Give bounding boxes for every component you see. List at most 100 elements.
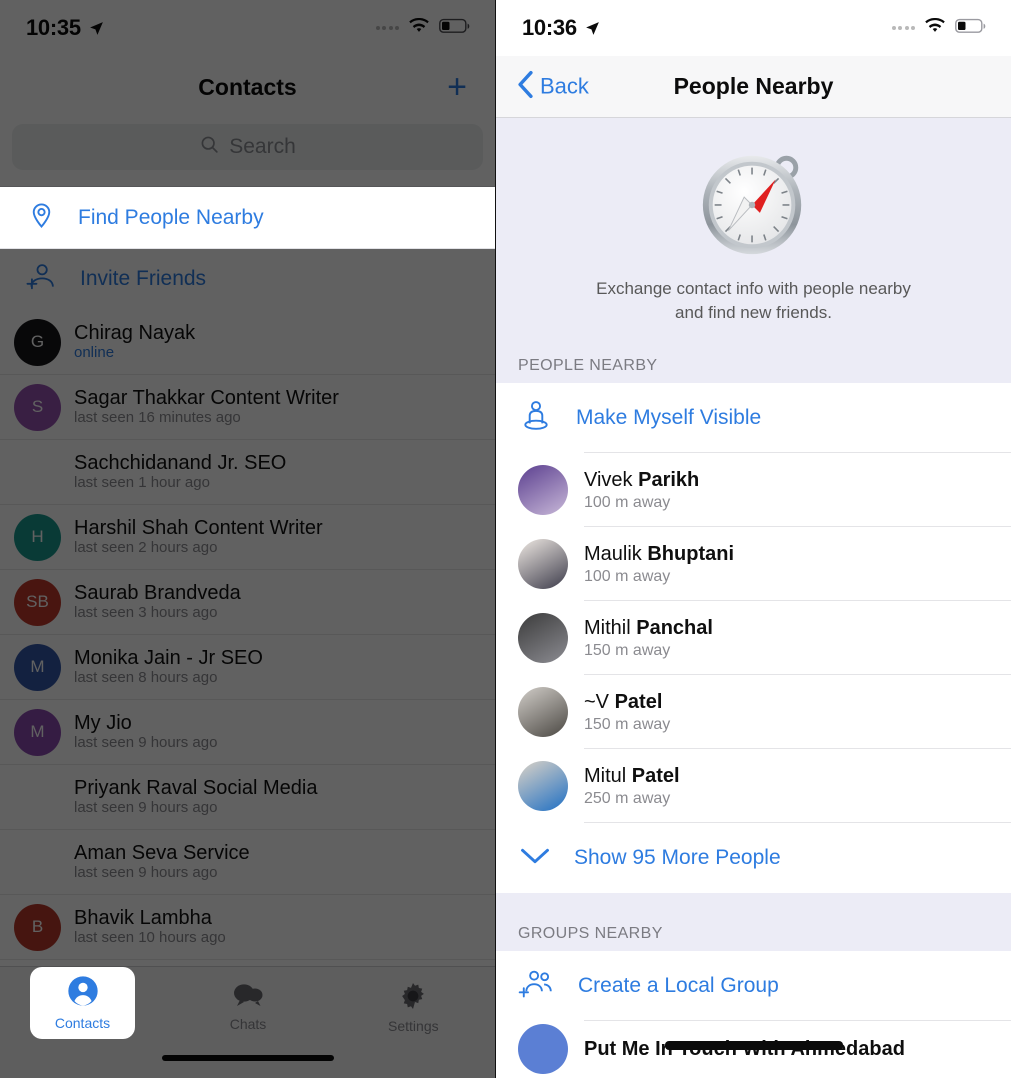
- wifi-icon: [408, 17, 430, 39]
- person-add-icon: [24, 260, 58, 299]
- gear-icon: [398, 981, 428, 1016]
- contact-status: last seen 10 hours ago: [74, 929, 226, 947]
- person-distance: 150 m away: [584, 641, 671, 659]
- person-distance: 100 m away: [584, 567, 671, 585]
- contact-text: Bhavik Lambha last seen 10 hours ago: [74, 907, 226, 947]
- signal-dots-icon: [891, 26, 915, 30]
- person-distance: 100 m away: [584, 493, 671, 511]
- page-title-right: People Nearby: [673, 73, 834, 99]
- avatar: [518, 539, 568, 590]
- status-bar-left: 10:35: [0, 0, 495, 56]
- person-row[interactable]: Mithil Panchal 150 m away: [496, 601, 1011, 676]
- contact-row[interactable]: G Chirag Nayak online: [0, 310, 495, 375]
- contact-status: last seen 8 hours ago: [74, 669, 218, 687]
- person-name: Mithil Panchal: [584, 616, 713, 639]
- compass-icon: [695, 144, 813, 267]
- people-nearby-list: Make Myself Visible Vivek Parikh 100 m aw…: [496, 383, 1011, 894]
- hero-description-line2: and find new friends.: [675, 303, 832, 323]
- person-text: Maulik Bhuptani 100 m away: [584, 543, 734, 586]
- tab-settings-label: Settings: [388, 1018, 439, 1034]
- contacts-list: G Chirag Nayak online S Sagar Thakkar Conten…: [0, 310, 495, 960]
- location-pin-icon: [28, 202, 55, 234]
- person-row[interactable]: Vivek Parikh 100 m away: [496, 453, 1011, 528]
- avatar: [14, 449, 61, 496]
- contact-status: last seen 3 hours ago: [74, 604, 218, 622]
- avatar: G: [14, 318, 61, 366]
- person-name: Vivek Parikh: [584, 468, 700, 491]
- tab-contacts-label-highlight: Contacts: [54, 1015, 111, 1031]
- people-nearby-navbar: Back People Nearby: [496, 56, 1011, 118]
- person-row[interactable]: ~V Patel 150 m away: [496, 675, 1011, 750]
- home-indicator-right: [664, 1041, 843, 1050]
- contact-row[interactable]: SB Saurab Brandveda last seen 3 hours ago: [0, 570, 495, 635]
- person-name: Maulik Bhuptani: [584, 542, 735, 565]
- contact-name: My Jio: [74, 711, 132, 734]
- tab-chats[interactable]: Chats: [165, 973, 330, 1032]
- page-title: Contacts: [198, 73, 297, 100]
- create-local-group-row[interactable]: Create a Local Group: [496, 951, 1011, 1022]
- contact-name: Sachchidanand Jr. SEO: [74, 451, 287, 474]
- person-distance: 250 m away: [584, 789, 671, 807]
- contact-text: Monika Jain - Jr SEO last seen 8 hours ag…: [74, 647, 263, 687]
- people-add-icon: [518, 967, 558, 1006]
- tab-contacts-highlight[interactable]: Contacts: [30, 967, 135, 1039]
- back-button-label: Back: [540, 73, 589, 99]
- avatar: [14, 839, 61, 886]
- chevron-down-icon: [518, 845, 552, 872]
- person-row[interactable]: Mitul Patel 250 m away: [496, 749, 1011, 824]
- groups-nearby-list: Create a Local Group Put Me In Touch Wit…: [496, 951, 1011, 1078]
- contact-row[interactable]: B Bhavik Lambha last seen 10 hours ago: [0, 895, 495, 960]
- hero-section: Exchange contact info with people nearby…: [496, 118, 1011, 348]
- contact-row[interactable]: H Harshil Shah Content Writer last seen 2 …: [0, 505, 495, 570]
- invite-friends-row[interactable]: Invite Friends: [0, 248, 495, 310]
- contact-row[interactable]: Priyank Raval Social Media last seen 9 ho…: [0, 765, 495, 830]
- search-input[interactable]: Search: [12, 124, 483, 170]
- location-arrow-icon: [584, 20, 601, 37]
- contact-text: Sagar Thakkar Content Writer last seen 16…: [74, 387, 339, 427]
- avatar: SB: [14, 578, 61, 626]
- make-myself-visible-row[interactable]: Make Myself Visible: [496, 383, 1011, 454]
- create-local-group-label: Create a Local Group: [578, 974, 779, 998]
- chat-bubbles-icon: [232, 981, 264, 1014]
- contact-name: Sagar Thakkar Content Writer: [74, 386, 339, 409]
- contact-text: Priyank Raval Social Media last seen 9 ho…: [74, 777, 317, 817]
- contact-row[interactable]: Aman Seva Service last seen 9 hours ago: [0, 830, 495, 895]
- contact-text: Sachchidanand Jr. SEO last seen 1 hour ag…: [74, 452, 286, 492]
- contact-name: Chirag Nayak: [74, 321, 196, 344]
- person-text: Mitul Patel 250 m away: [584, 765, 680, 808]
- status-time-right: 10:36: [522, 15, 577, 40]
- status-bar-right: 10:36: [496, 0, 1011, 56]
- contact-name: Saurab Brandveda: [74, 581, 241, 604]
- contact-row[interactable]: Sachchidanand Jr. SEO last seen 1 hour ag…: [0, 440, 495, 505]
- signal-dots-icon: [375, 26, 399, 30]
- plus-icon[interactable]: +: [447, 70, 467, 104]
- find-nearby-highlight[interactable]: Find People Nearby: [0, 187, 495, 249]
- contact-text: Chirag Nayak online: [74, 322, 195, 362]
- contact-row[interactable]: S Sagar Thakkar Content Writer last seen 1…: [0, 375, 495, 440]
- contact-row[interactable]: M Monika Jain - Jr SEO last seen 8 hours a…: [0, 635, 495, 700]
- contact-status: last seen 9 hours ago: [74, 734, 218, 752]
- contact-row[interactable]: M My Jio last seen 9 hours ago: [0, 700, 495, 765]
- contact-status: last seen 16 minutes ago: [74, 409, 241, 427]
- contact-status: last seen 2 hours ago: [74, 539, 218, 557]
- avatar: B: [14, 903, 61, 951]
- invite-friends-label: Invite Friends: [80, 267, 207, 290]
- battery-icon: [439, 18, 471, 39]
- hero-description-line1: Exchange contact info with people nearby: [596, 279, 911, 298]
- person-row[interactable]: Maulik Bhuptani 100 m away: [496, 527, 1011, 602]
- status-indicators-right: [891, 17, 988, 39]
- person-name: ~V Patel: [584, 690, 663, 713]
- person-name: Mitul Patel: [584, 764, 680, 787]
- back-button[interactable]: Back: [516, 70, 589, 103]
- tab-settings[interactable]: Settings: [331, 973, 495, 1034]
- contact-name: Bhavik Lambha: [74, 906, 212, 929]
- hero-description: Exchange contact info with people nearby…: [596, 277, 911, 325]
- avatar: [518, 761, 568, 812]
- contact-status: online: [74, 344, 115, 362]
- find-people-nearby-row-highlight[interactable]: Find People Nearby: [0, 187, 495, 249]
- avatar: [518, 613, 568, 664]
- show-more-people-row[interactable]: Show 95 More People: [496, 823, 1011, 894]
- search-container: Search: [0, 118, 495, 186]
- make-myself-visible-label: Make Myself Visible: [576, 406, 762, 430]
- person-distance: 150 m away: [584, 715, 671, 733]
